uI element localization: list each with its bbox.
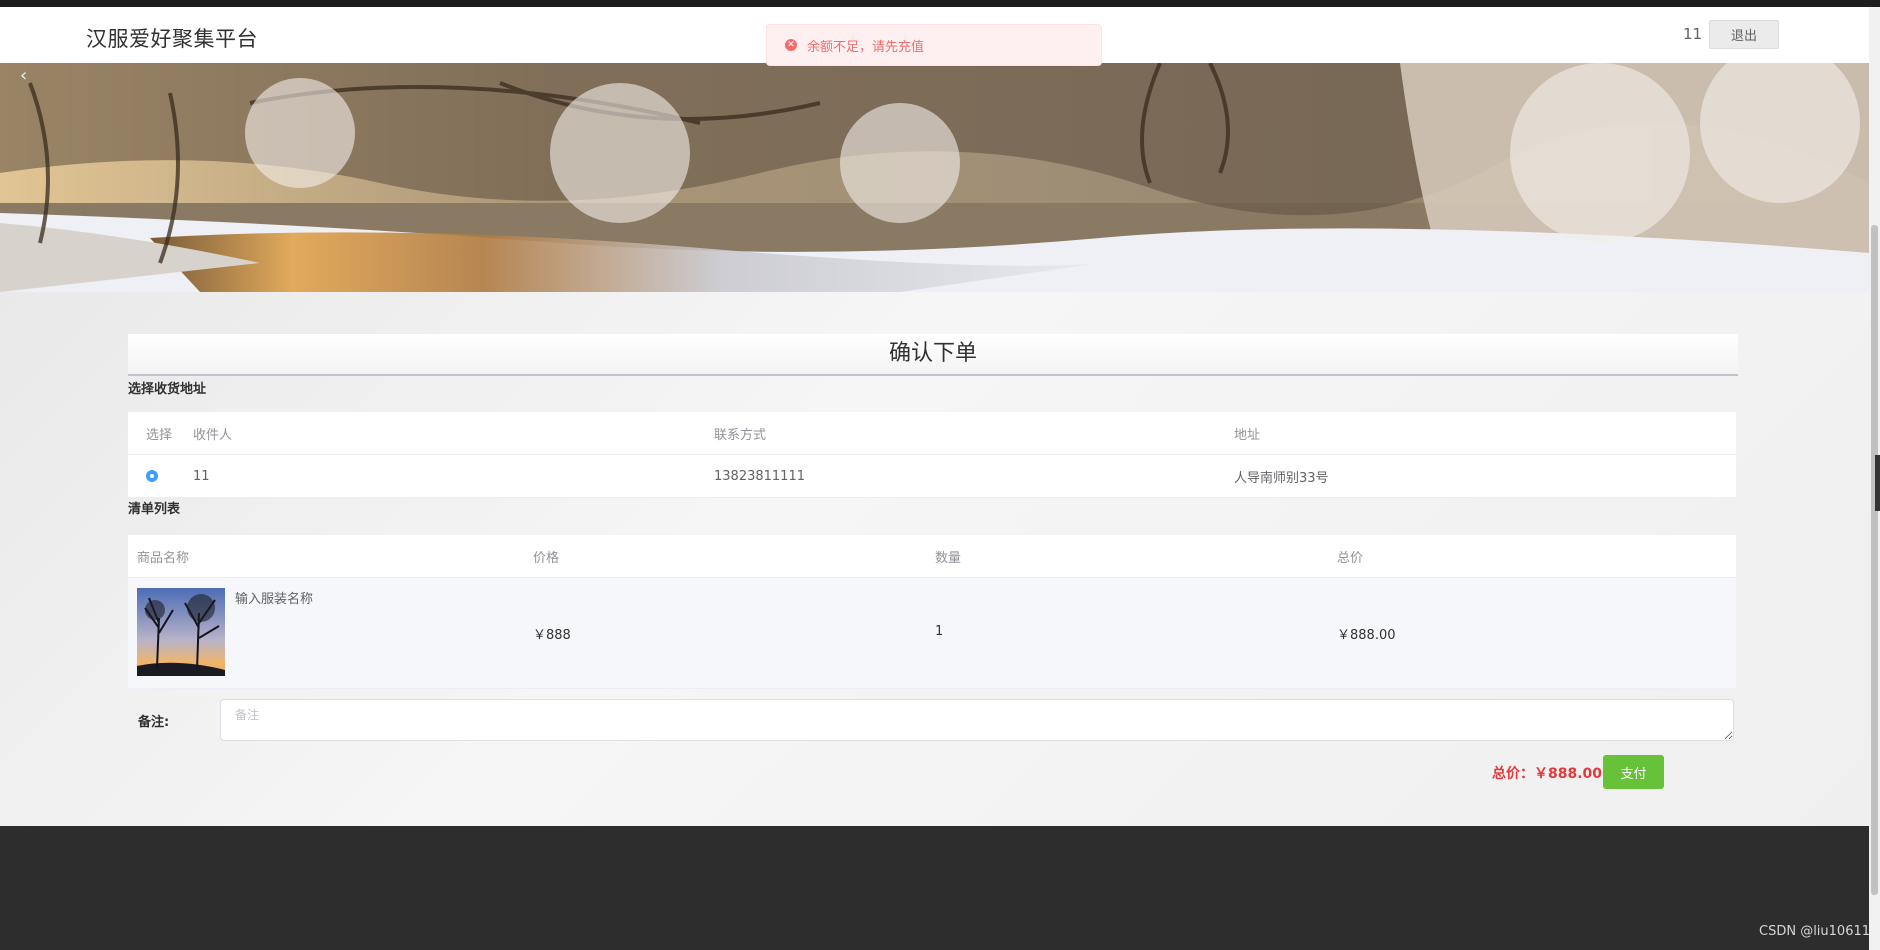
remark-label: 备注: [138,714,170,730]
column-subtotal: 总价 [1337,550,1364,566]
csdn-watermark: CSDN @liu10611 [1759,924,1871,939]
total-price: 总价：￥888.00 [1492,766,1603,782]
snowy-river-illustration [0,63,1869,292]
remark-row: 备注: [128,699,1738,741]
recipient-cell: 11 [193,468,210,484]
column-recipient: 收件人 [193,427,233,443]
order-card: 确认下单 选择收货地址 选择 收件人 联系方式 地址 11 1382381111… [128,334,1738,741]
site-title: 汉服爱好聚集平台 [86,27,258,51]
vertical-scrollbar[interactable] [1869,7,1880,950]
chevron-left-icon[interactable]: ‹ [20,65,27,86]
column-price: 价格 [533,550,560,566]
toast-message: 余额不足，请先充值 [807,39,925,55]
address-table: 选择 收件人 联系方式 地址 11 13823811111 人导南师别33号 [128,412,1736,498]
product-thumbnail[interactable] [137,588,225,676]
goods-section-title: 清单列表 [128,502,181,517]
page-footer [0,826,1869,950]
remark-input[interactable] [220,699,1734,741]
column-select: 选择 [146,427,173,443]
product-name: 输入服装名称 [235,592,314,607]
column-address: 地址 [1234,427,1261,443]
logout-button[interactable]: 退出 [1709,20,1779,49]
goods-table: 商品名称 价格 数量 总价 输入服装名称 ￥888 1 ￥888.00 [128,535,1736,689]
scrollbar-marker [1875,455,1880,511]
column-goods-name: 商品名称 [137,550,190,566]
address-table-header: 选择 收件人 联系方式 地址 [128,412,1736,455]
banner-image: ‹ [0,63,1869,292]
address-radio[interactable] [146,470,158,482]
column-quantity: 数量 [935,550,962,566]
column-phone: 联系方式 [714,427,767,443]
subtotal-cell: ￥888.00 [1337,628,1396,643]
goods-table-header: 商品名称 价格 数量 总价 [128,535,1736,578]
error-toast: ✕ 余额不足，请先充值 [766,24,1102,66]
quantity-cell: 1 [935,624,944,639]
username-label: 11 [1683,25,1703,43]
scrollbar-thumb[interactable] [1871,225,1878,895]
error-circle-icon: ✕ [785,39,797,51]
price-cell: ￥888 [533,628,571,643]
address-section-title: 选择收货地址 [128,382,207,397]
pay-button[interactable]: 支付 [1603,755,1664,789]
phone-cell: 13823811111 [714,468,805,484]
top-strip [0,0,1880,7]
table-row[interactable]: 输入服装名称 ￥888 1 ￥888.00 [128,578,1736,689]
address-cell: 人导南师别33号 [1234,470,1329,486]
page-title: 确认下单 [128,334,1738,376]
table-row[interactable]: 11 13823811111 人导南师别33号 [128,455,1736,498]
